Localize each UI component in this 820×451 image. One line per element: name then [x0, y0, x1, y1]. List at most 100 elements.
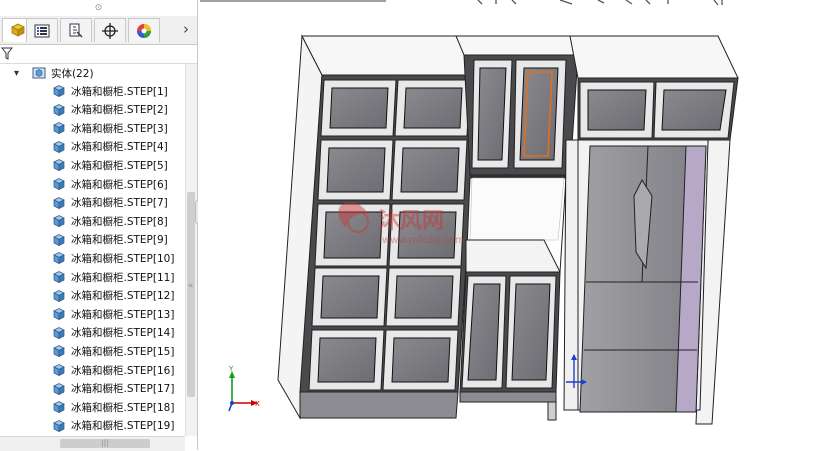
tree-item-solid-body[interactable]: 冰箱和橱柜.STEP[8]	[52, 212, 168, 230]
toolbar-edge	[200, 0, 386, 2]
tree-item-label: 冰箱和橱柜.STEP[5]	[71, 159, 168, 172]
tree-item-solid-body[interactable]: 冰箱和橱柜.STEP[18]	[52, 398, 174, 416]
filter-icon[interactable]	[1, 47, 13, 61]
solid-body-icon	[52, 363, 71, 377]
model-view[interactable]: 沐风网 www.mfcad.com Y X	[198, 0, 820, 450]
tree-folder-solid-bodies[interactable]: ▾ 实体(22)	[14, 64, 94, 82]
tree-item-label: 冰箱和橱柜.STEP[3]	[71, 122, 168, 135]
tree-item-solid-body[interactable]: 冰箱和橱柜.STEP[19]	[52, 417, 174, 435]
tree-item-solid-body[interactable]: 冰箱和橱柜.STEP[10]	[52, 249, 174, 267]
tree-item-solid-body[interactable]: 冰箱和橱柜.STEP[16]	[52, 361, 174, 379]
watermark-title: 沐风网	[378, 209, 444, 234]
fridge-upper-cabinet-doors	[579, 81, 735, 139]
heads-up-view-toolbar[interactable]	[200, 0, 723, 6]
filter-bar[interactable]	[0, 45, 197, 64]
tree-item-label: 冰箱和橱柜.STEP[17]	[71, 383, 175, 396]
cabinet-door-panel	[329, 87, 389, 129]
tree-item-label: 冰箱和橱柜.STEP[11]	[71, 271, 175, 284]
horizontal-scroll-thumb[interactable]: |||	[60, 439, 150, 448]
tree-item-label: 冰箱和橱柜.STEP[6]	[71, 178, 168, 191]
solid-body-icon	[52, 307, 71, 321]
cabinet-door-panel	[323, 211, 383, 259]
tree-item-solid-body[interactable]: 冰箱和橱柜.STEP[4]	[52, 138, 168, 156]
cabinet-door-panel	[394, 275, 454, 319]
tree-item-label: 冰箱和橱柜.STEP[4]	[71, 141, 168, 154]
feature-tree: ▾ 实体(22) 冰箱和橱柜.STEP[1] 冰箱和橱柜.STEP[2] 冰箱和橱柜…	[0, 64, 186, 436]
open-niche	[465, 177, 567, 273]
cabinet-door-panel	[391, 337, 451, 383]
tree-item-label: 冰箱和橱柜.STEP[19]	[71, 420, 175, 433]
more-tabs-chevron-icon[interactable]: ›	[176, 18, 196, 42]
triad-x-label: X	[255, 400, 260, 408]
tree-item-solid-body[interactable]: 冰箱和橱柜.STEP[5]	[52, 156, 168, 174]
solid-body-icon	[52, 419, 71, 433]
cabinet-door-panel	[403, 87, 463, 129]
tree-item-label: 冰箱和橱柜.STEP[16]	[71, 364, 175, 377]
solid-body-icon	[52, 177, 71, 191]
tree-item-solid-body[interactable]: 冰箱和橱柜.STEP[12]	[52, 287, 174, 305]
tree-item-label: 冰箱和橱柜.STEP[12]	[71, 290, 175, 303]
solid-body-icon	[52, 400, 71, 414]
solid-body-icon	[52, 289, 71, 303]
graphics-viewport[interactable]: 沐风网 www.mfcad.com Y X	[198, 0, 820, 450]
feature-manager-panel: ⊙ › ▾ 实体(22) 冰箱和橱柜.STEP[1] 冰箱和橱柜.STEP[2]…	[0, 0, 198, 451]
tree-item-label: 冰箱和橱柜.STEP[1]	[71, 85, 168, 98]
solid-body-icon	[52, 103, 71, 117]
tree-item-solid-body[interactable]: 冰箱和橱柜.STEP[11]	[52, 268, 174, 286]
tree-item-label: 冰箱和橱柜.STEP[8]	[71, 215, 168, 228]
display-manager-tab[interactable]	[128, 18, 160, 42]
tree-item-label: 冰箱和橱柜.STEP[15]	[71, 345, 175, 358]
solid-body-icon	[52, 233, 71, 247]
property-manager-tab[interactable]	[26, 18, 58, 42]
dimxpert-manager-tab[interactable]	[94, 18, 126, 42]
solid-body-icon	[52, 270, 71, 284]
solid-body-icon	[52, 140, 71, 154]
upper-middle-doors	[471, 59, 567, 169]
tree-item-solid-body[interactable]: 冰箱和橱柜.STEP[9]	[52, 231, 168, 249]
tree-item-solid-body[interactable]: 冰箱和橱柜.STEP[17]	[52, 380, 174, 398]
solid-bodies-folder-icon	[32, 67, 46, 79]
tree-vertical-scrollbar[interactable]: ≡	[185, 64, 197, 436]
configuration-manager-tab[interactable]	[60, 18, 92, 42]
expand-toggle-icon[interactable]: ▾	[14, 68, 28, 79]
appearance-icon	[137, 23, 151, 38]
cabinet-door-panel	[400, 147, 460, 193]
vertical-scroll-thumb[interactable]: ≡	[187, 192, 195, 397]
solid-body-icon	[52, 121, 71, 135]
cabinet-door-panel	[317, 337, 377, 383]
configuration-icon	[69, 23, 83, 37]
tree-item-solid-body[interactable]: 冰箱和橱柜.STEP[15]	[52, 342, 174, 360]
panel-grip-handle[interactable]: ⊙	[0, 0, 197, 16]
toolbar-icons[interactable]	[477, 0, 723, 6]
tree-item-solid-body[interactable]: 冰箱和橱柜.STEP[14]	[52, 324, 174, 342]
tree-item-solid-body[interactable]: 冰箱和橱柜.STEP[6]	[52, 175, 168, 193]
tree-item-solid-body[interactable]: 冰箱和橱柜.STEP[13]	[52, 305, 174, 323]
tree-item-label: 冰箱和橱柜.STEP[10]	[71, 252, 175, 265]
crosshair-icon	[102, 22, 118, 39]
tree-item-label: 冰箱和橱柜.STEP[18]	[71, 401, 175, 414]
scroll-grip-lines: ≡	[188, 282, 194, 289]
base-middle-doors	[461, 275, 557, 389]
tree-item-label: 冰箱和橱柜.STEP[9]	[71, 234, 168, 247]
tree-item-label: 冰箱和橱柜.STEP[13]	[71, 308, 175, 321]
tree-item-solid-body[interactable]: 冰箱和橱柜.STEP[2]	[52, 101, 168, 119]
solid-body-icon	[52, 214, 71, 228]
tree-item-solid-body[interactable]: 冰箱和橱柜.STEP[7]	[52, 194, 168, 212]
cabinet-door-panel	[320, 275, 380, 319]
manager-tab-bar: ›	[0, 16, 197, 45]
tree-folder-label: 实体(22)	[51, 67, 94, 80]
tree-item-solid-body[interactable]: 冰箱和橱柜.STEP[3]	[52, 119, 168, 137]
cabinet-door-panel	[326, 147, 386, 193]
tree-item-solid-body[interactable]: 冰箱和橱柜.STEP[1]	[52, 82, 168, 100]
solid-body-icon	[52, 196, 71, 210]
tree-horizontal-scrollbar[interactable]: |||	[0, 436, 185, 451]
refrigerator[interactable]	[579, 145, 707, 413]
watermark-url: www.mfcad.com	[382, 235, 465, 246]
tree-item-label: 冰箱和橱柜.STEP[14]	[71, 327, 175, 340]
solid-body-icon	[52, 158, 71, 172]
solid-body-icon	[52, 84, 71, 98]
triad-y-label: Y	[228, 365, 234, 373]
view-triad[interactable]: Y X	[228, 365, 260, 412]
solid-body-icon	[52, 382, 71, 396]
solid-body-icon	[52, 251, 71, 265]
